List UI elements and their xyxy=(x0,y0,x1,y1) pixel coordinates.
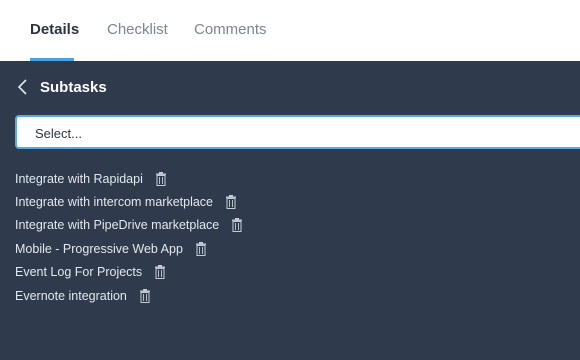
list-item: Integrate with intercom marketplace xyxy=(15,190,243,213)
subtask-select[interactable]: Select... xyxy=(15,115,580,149)
list-item: Mobile - Progressive Web App xyxy=(15,237,243,260)
subtask-label[interactable]: Evernote integration xyxy=(15,289,127,303)
list-item: Event Log For Projects xyxy=(15,261,243,284)
list-item: Integrate with PipeDrive marketplace xyxy=(15,214,243,237)
tab-checklist[interactable]: Checklist xyxy=(107,21,168,38)
subtask-label[interactable]: Event Log For Projects xyxy=(15,265,142,279)
tab-comments[interactable]: Comments xyxy=(194,21,267,38)
trash-icon[interactable] xyxy=(155,171,167,186)
subtask-label[interactable]: Mobile - Progressive Web App xyxy=(15,242,183,256)
subtasks-panel: Subtasks Select... Integrate with Rapida… xyxy=(0,61,580,360)
list-item: Integrate with Rapidapi xyxy=(15,167,243,190)
subtask-list: Integrate with Rapidapi Integrate with i… xyxy=(15,167,243,307)
panel-title: Subtasks xyxy=(40,79,107,96)
trash-icon[interactable] xyxy=(139,288,151,303)
select-placeholder: Select... xyxy=(35,126,82,141)
subtask-label[interactable]: Integrate with PipeDrive marketplace xyxy=(15,218,219,232)
trash-icon[interactable] xyxy=(231,218,243,233)
subtask-label[interactable]: Integrate with Rapidapi xyxy=(15,172,143,186)
tab-bar: Details Checklist Comments xyxy=(0,0,580,61)
trash-icon[interactable] xyxy=(154,265,166,280)
tab-details[interactable]: Details xyxy=(30,21,79,38)
subtask-label[interactable]: Integrate with intercom marketplace xyxy=(15,195,213,209)
trash-icon[interactable] xyxy=(195,241,207,256)
chevron-left-icon[interactable] xyxy=(16,78,30,96)
list-item: Evernote integration xyxy=(15,284,243,307)
trash-icon[interactable] xyxy=(225,195,237,210)
